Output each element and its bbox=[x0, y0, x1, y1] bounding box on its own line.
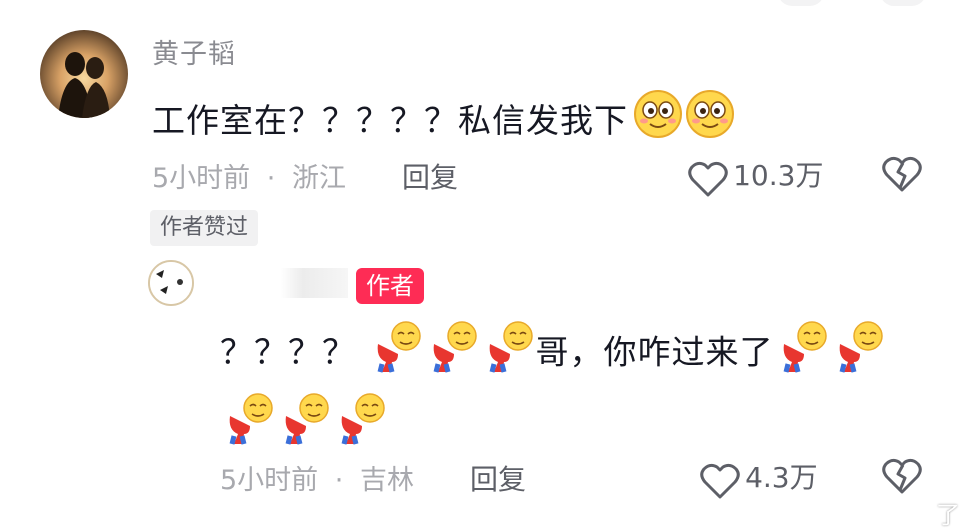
broken-heart-icon bbox=[882, 155, 922, 197]
comment-location: 浙江 bbox=[291, 163, 346, 194]
redacted-username bbox=[198, 268, 348, 298]
avatar[interactable] bbox=[40, 30, 128, 118]
meta-separator: · bbox=[266, 163, 276, 194]
reply-text-prefix: ？？？？ bbox=[220, 332, 356, 372]
reply-text: ？？？？ 哥，你咋过来了 bbox=[220, 318, 920, 462]
reply-time: 5小时前 bbox=[220, 465, 319, 496]
top-action-pill[interactable] bbox=[778, 0, 824, 6]
comment-username[interactable]: 黄子韬 bbox=[152, 32, 236, 71]
top-action-pill[interactable] bbox=[880, 0, 926, 6]
comment-meta: 5小时前 · 浙江 bbox=[152, 156, 346, 195]
meta-separator: · bbox=[334, 465, 344, 496]
heart-outline-icon bbox=[688, 160, 728, 202]
like-button[interactable]: 4.3万 bbox=[700, 456, 818, 504]
comment-time: 5小时前 bbox=[152, 163, 251, 194]
smile-emoji-icon bbox=[632, 88, 684, 148]
bowing-emoji-icon bbox=[276, 390, 332, 462]
like-button[interactable]: 10.3万 bbox=[688, 154, 823, 202]
bowing-emoji-icon bbox=[830, 318, 886, 390]
bowing-emoji-icon bbox=[368, 318, 424, 390]
smile-emoji-icon bbox=[684, 88, 736, 148]
comment-text-content: 工作室在？？？？？私信发我下 bbox=[152, 101, 628, 140]
bowing-emoji-icon bbox=[332, 390, 388, 462]
reply-button[interactable]: 回复 bbox=[470, 458, 526, 498]
author-badge: 作者 bbox=[356, 268, 424, 304]
bowing-emoji-icon bbox=[774, 318, 830, 390]
reply-location: 吉林 bbox=[359, 465, 414, 496]
bowing-emoji-icon bbox=[220, 390, 276, 462]
like-count: 10.3万 bbox=[733, 159, 824, 192]
watermark: 了 bbox=[936, 501, 960, 529]
reply-avatar[interactable] bbox=[148, 260, 194, 306]
dislike-button[interactable] bbox=[882, 457, 922, 499]
author-liked-badge: 作者赞过 bbox=[150, 210, 259, 246]
dislike-button[interactable] bbox=[882, 155, 922, 197]
reply-text-middle: 哥，你咋过来了 bbox=[535, 332, 774, 372]
reply-meta: 5小时前 · 吉林 bbox=[220, 458, 414, 497]
like-count: 4.3万 bbox=[745, 461, 818, 494]
reply-button[interactable]: 回复 bbox=[402, 156, 458, 196]
heart-outline-icon bbox=[700, 462, 740, 504]
comment-text: 工作室在？？？？？私信发我下 bbox=[152, 88, 736, 148]
broken-heart-icon bbox=[882, 457, 922, 499]
bowing-emoji-icon bbox=[424, 318, 480, 390]
bowing-emoji-icon bbox=[480, 318, 536, 390]
